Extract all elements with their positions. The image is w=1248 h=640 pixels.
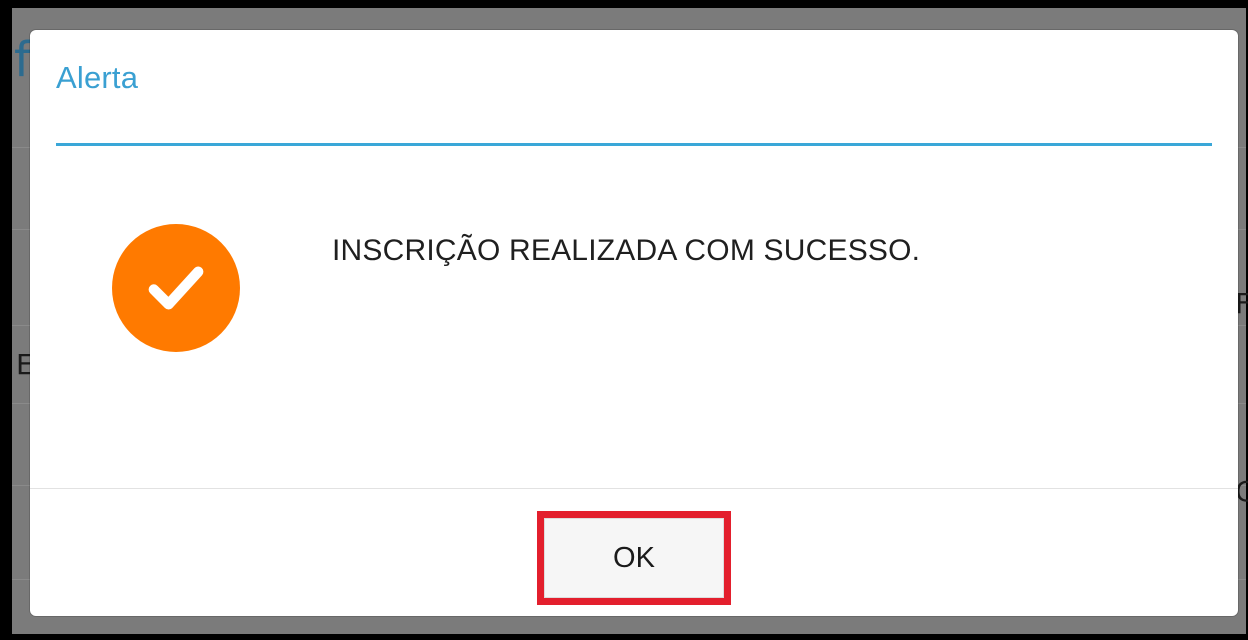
background-text-fragment: f — [14, 32, 31, 88]
dialog-header: Alerta — [56, 58, 1212, 146]
dialog-footer: OK — [30, 488, 1238, 616]
ok-button[interactable]: OK — [544, 518, 724, 598]
dialog-message: INSCRIÇÃO REALIZADA COM SUCESSO. — [332, 234, 921, 267]
alert-dialog: Alerta INSCRIÇÃO REALIZADA COM SUCESSO. … — [30, 30, 1238, 616]
ok-button-highlight: OK — [537, 511, 731, 605]
screen: f E F C Alerta INSCRIÇÃO REALIZADA COM S… — [0, 0, 1248, 640]
dialog-body: INSCRIÇÃO REALIZADA COM SUCESSO. — [30, 148, 1238, 488]
check-circle-icon — [112, 224, 240, 352]
dialog-title: Alerta — [56, 60, 139, 95]
